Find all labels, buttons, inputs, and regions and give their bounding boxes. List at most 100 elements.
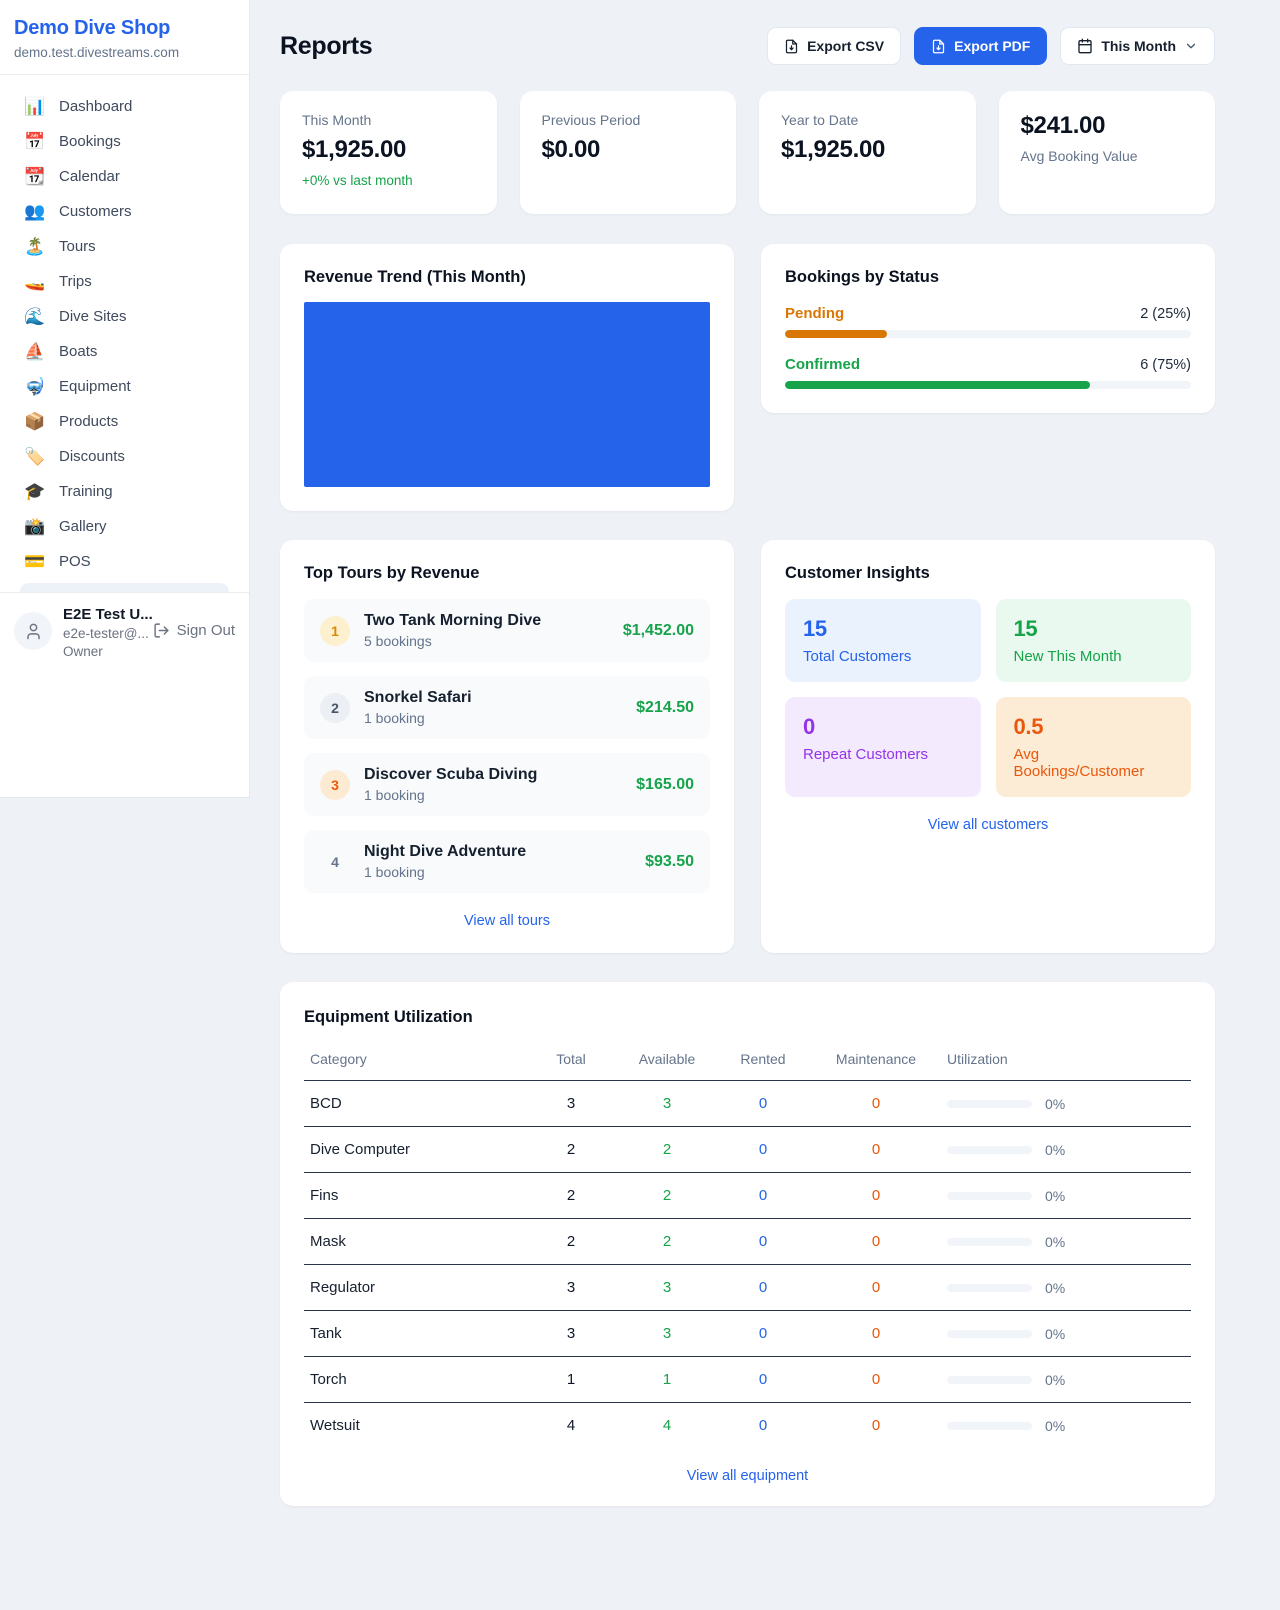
- utilization-bar: [947, 1422, 1032, 1430]
- tours-icon: 🏝️: [24, 238, 46, 255]
- top-tours-title: Top Tours by Revenue: [304, 564, 710, 583]
- revenue-trend-chart: [304, 302, 710, 487]
- tour-row[interactable]: 4 Night Dive Adventure 1 booking $93.50: [304, 830, 710, 893]
- tour-amount: $165.00: [636, 776, 694, 794]
- status-row-confirmed: Confirmed 6 (75%): [785, 356, 1191, 389]
- sidebar-item-training[interactable]: 🎓 Training: [10, 474, 239, 509]
- stat-label: This Month: [302, 112, 475, 128]
- stat-card-year-to-date: Year to Date $1,925.00: [759, 91, 976, 214]
- equipment-category: Tank: [304, 1311, 523, 1357]
- utilization-percent: 0%: [1045, 1142, 1065, 1158]
- sidebar-item-gallery[interactable]: 📸 Gallery: [10, 509, 239, 544]
- view-all-equipment-link[interactable]: View all equipment: [304, 1468, 1191, 1484]
- header-actions: Export CSV Export PDF This Month: [767, 27, 1215, 65]
- file-download-icon: [931, 39, 946, 54]
- equipment-rented: 0: [715, 1265, 811, 1311]
- utilization-cell: 0%: [947, 1096, 1185, 1112]
- equipment-total: 2: [523, 1219, 619, 1265]
- sidebar-item-dive-sites[interactable]: 🌊 Dive Sites: [10, 299, 239, 334]
- equipment-row: Tank33000%: [304, 1311, 1191, 1357]
- tour-row[interactable]: 1 Two Tank Morning Dive 5 bookings $1,45…: [304, 599, 710, 662]
- main-content: Reports Export CSV Export PDF: [250, 0, 1280, 1546]
- tour-list: 1 Two Tank Morning Dive 5 bookings $1,45…: [304, 599, 710, 893]
- sign-out-button[interactable]: Sign Out: [153, 622, 235, 639]
- utilization-cell: 0%: [947, 1326, 1185, 1342]
- equipment-row: Regulator33000%: [304, 1265, 1191, 1311]
- sidebar-item-discounts[interactable]: 🏷️ Discounts: [10, 439, 239, 474]
- period-dropdown[interactable]: This Month: [1060, 27, 1215, 65]
- tour-row[interactable]: 2 Snorkel Safari 1 booking $214.50: [304, 676, 710, 739]
- equipment-category: Torch: [304, 1357, 523, 1403]
- insight-label: Repeat Customers: [803, 746, 963, 763]
- view-all-customers-link[interactable]: View all customers: [785, 817, 1191, 833]
- stat-value: $1,925.00: [781, 136, 954, 164]
- equipment-category: Wetsuit: [304, 1403, 523, 1449]
- training-icon: 🎓: [24, 483, 46, 500]
- tour-name: Two Tank Morning Dive: [364, 612, 541, 629]
- pos-icon: 💳: [24, 553, 46, 570]
- sidebar-nav: 📊 Dashboard 📅 Bookings 📆 Calendar 👥 Cust…: [0, 75, 249, 592]
- brand-block: Demo Dive Shop demo.test.divestreams.com: [0, 0, 249, 74]
- sidebar-item-products[interactable]: 📦 Products: [10, 404, 239, 439]
- brand-name[interactable]: Demo Dive Shop: [14, 17, 235, 40]
- chevron-down-icon: [1184, 39, 1198, 53]
- insight-tile-repeat-customers: 0 Repeat Customers: [785, 697, 981, 797]
- avatar: [14, 612, 52, 650]
- dashboard-icon: 📊: [24, 98, 46, 115]
- tour-amount: $1,452.00: [623, 622, 694, 640]
- top-tours-card: Top Tours by Revenue 1 Two Tank Morning …: [280, 540, 734, 953]
- customer-insights-card: Customer Insights 15 Total Customers 15 …: [761, 540, 1215, 953]
- equipment-utilization-title: Equipment Utilization: [304, 1008, 1191, 1027]
- progress-track: [785, 381, 1191, 389]
- equipment-available: 2: [619, 1219, 715, 1265]
- sidebar-item-calendar[interactable]: 📆 Calendar: [10, 159, 239, 194]
- equipment-row: Fins22000%: [304, 1173, 1191, 1219]
- utilization-percent: 0%: [1045, 1372, 1065, 1388]
- revenue-trend-card: Revenue Trend (This Month): [280, 244, 734, 511]
- sidebar-user-area: E2E Test U... e2e-tester@... Owner Sign …: [0, 592, 249, 673]
- sidebar-item-pos[interactable]: 💳 POS: [10, 544, 239, 579]
- customers-icon: 👥: [24, 203, 46, 220]
- page-header: Reports Export CSV Export PDF: [280, 27, 1215, 65]
- sidebar-item-bookings[interactable]: 📅 Bookings: [10, 124, 239, 159]
- tour-row[interactable]: 3 Discover Scuba Diving 1 booking $165.0…: [304, 753, 710, 816]
- equipment-maintenance: 0: [811, 1127, 941, 1173]
- utilization-cell: 0%: [947, 1372, 1185, 1388]
- equipment-available: 3: [619, 1265, 715, 1311]
- tour-name: Discover Scuba Diving: [364, 766, 537, 783]
- logout-icon: [153, 622, 170, 639]
- column-header-category: Category: [304, 1041, 523, 1081]
- stat-label: Previous Period: [542, 112, 715, 128]
- equipment-row: BCD33000%: [304, 1081, 1191, 1127]
- insight-label: Total Customers: [803, 648, 963, 665]
- insight-tile-new-this-month: 15 New This Month: [996, 599, 1192, 682]
- sidebar-item-customers[interactable]: 👥 Customers: [10, 194, 239, 229]
- view-all-tours-link[interactable]: View all tours: [304, 913, 710, 929]
- equipment-rented: 0: [715, 1403, 811, 1449]
- sidebar-item-boats[interactable]: ⛵ Boats: [10, 334, 239, 369]
- trips-icon: 🚤: [24, 273, 46, 290]
- utilization-cell: 0%: [947, 1188, 1185, 1204]
- equipment-maintenance: 0: [811, 1403, 941, 1449]
- sidebar-item-tours[interactable]: 🏝️ Tours: [10, 229, 239, 264]
- tour-bookings: 5 bookings: [364, 633, 609, 649]
- insight-value: 15: [1014, 616, 1174, 642]
- sidebar-item-equipment[interactable]: 🤿 Equipment: [10, 369, 239, 404]
- boats-icon: ⛵: [24, 343, 46, 360]
- user-info: E2E Test U... e2e-tester@... Owner: [63, 606, 142, 659]
- sidebar-item-trips[interactable]: 🚤 Trips: [10, 264, 239, 299]
- sidebar-item-dashboard[interactable]: 📊 Dashboard: [10, 89, 239, 124]
- tour-name: Snorkel Safari: [364, 689, 472, 706]
- equipment-category: Fins: [304, 1173, 523, 1219]
- products-icon: 📦: [24, 413, 46, 430]
- active-nav-sliver: [20, 583, 229, 592]
- equipment-total: 4: [523, 1403, 619, 1449]
- user-email: e2e-tester@...: [63, 626, 142, 641]
- export-csv-button[interactable]: Export CSV: [767, 27, 901, 65]
- stat-card-this-month: This Month $1,925.00 +0% vs last month: [280, 91, 497, 214]
- status-row-pending: Pending 2 (25%): [785, 305, 1191, 338]
- column-header-maintenance: Maintenance: [811, 1041, 941, 1081]
- utilization-percent: 0%: [1045, 1188, 1065, 1204]
- export-pdf-button[interactable]: Export PDF: [914, 27, 1047, 65]
- equipment-total: 2: [523, 1127, 619, 1173]
